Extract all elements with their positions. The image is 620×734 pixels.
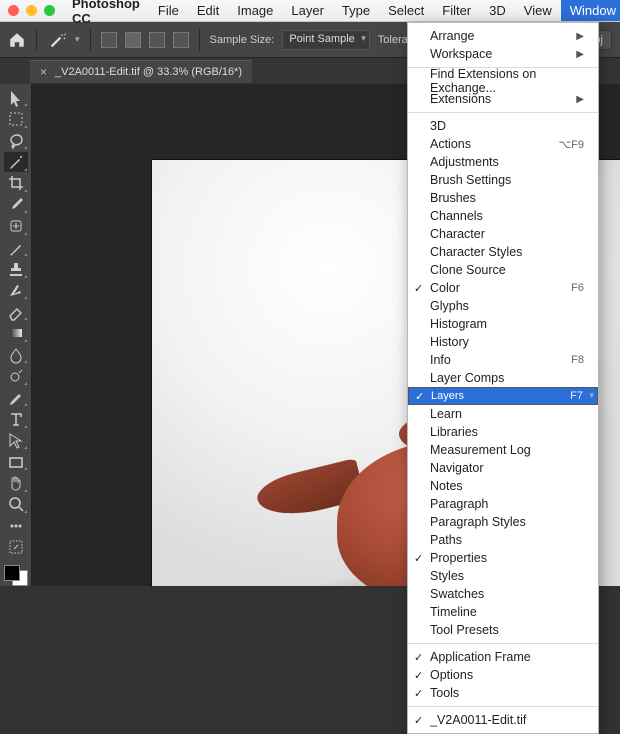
- blur-tool[interactable]: [4, 345, 28, 364]
- menu-item-navigator[interactable]: Navigator: [408, 459, 598, 477]
- menu-filter[interactable]: Filter: [433, 0, 480, 21]
- lasso-tool[interactable]: [4, 131, 28, 150]
- menu-item-actions[interactable]: Actions⌥F9: [408, 135, 598, 153]
- marquee-tool[interactable]: [4, 109, 28, 128]
- menu-item-properties[interactable]: ✓Properties: [408, 549, 598, 567]
- eraser-tool[interactable]: [4, 302, 28, 321]
- menu-item-clone-source[interactable]: Clone Source: [408, 261, 598, 279]
- edit-tb-tool[interactable]: [4, 538, 28, 557]
- menu-item-extensions[interactable]: Extensions▶: [408, 90, 598, 108]
- document-tab[interactable]: × _V2A0011-Edit.tif @ 33.3% (RGB/16*): [30, 60, 252, 83]
- wand-tool[interactable]: [4, 152, 28, 171]
- menu-item-application-frame[interactable]: ✓Application Frame: [408, 648, 598, 666]
- sample-size-select[interactable]: Point Sample: [282, 30, 369, 50]
- menu-item-arrange[interactable]: Arrange▶: [408, 27, 598, 45]
- new-selection-button[interactable]: [101, 32, 117, 48]
- menu-item-channels[interactable]: Channels: [408, 207, 598, 225]
- stamp-tool[interactable]: [4, 259, 28, 278]
- window-menu-dropdown: Arrange▶Workspace▶ Find Extensions on Exc…: [407, 22, 599, 734]
- close-window-button[interactable]: [8, 5, 19, 16]
- menu-layer[interactable]: Layer: [282, 0, 333, 21]
- menu-item-layers[interactable]: ✓LayersF7: [408, 387, 598, 405]
- menu-image[interactable]: Image: [228, 0, 282, 21]
- menu-item-workspace[interactable]: Workspace▶: [408, 45, 598, 63]
- move-tool[interactable]: [4, 88, 28, 107]
- path-tool[interactable]: [4, 431, 28, 450]
- crop-tool[interactable]: [4, 174, 28, 193]
- menu-item-info[interactable]: InfoF8: [408, 351, 598, 369]
- menu-item-libraries[interactable]: Libraries: [408, 423, 598, 441]
- menu-item-layer-comps[interactable]: Layer Comps: [408, 369, 598, 387]
- menu-edit[interactable]: Edit: [188, 0, 228, 21]
- eyedrop-tool[interactable]: [4, 195, 28, 214]
- menu-item-notes[interactable]: Notes: [408, 477, 598, 495]
- menu-3d[interactable]: 3D: [480, 0, 515, 21]
- heal-tool[interactable]: [4, 216, 28, 235]
- menubar: Photoshop CC FileEditImageLayerTypeSelec…: [0, 0, 620, 22]
- menu-file[interactable]: File: [149, 0, 188, 21]
- menu-item--v2a0011-edit-tif[interactable]: ✓_V2A0011-Edit.tif: [408, 711, 598, 729]
- menu-window[interactable]: Window: [561, 0, 620, 21]
- zoom-tool[interactable]: [4, 495, 28, 514]
- menu-item-styles[interactable]: Styles: [408, 567, 598, 585]
- menu-select[interactable]: Select: [379, 0, 433, 21]
- home-icon[interactable]: [8, 31, 26, 49]
- magic-wand-icon[interactable]: [47, 32, 67, 48]
- menu-item-character-styles[interactable]: Character Styles: [408, 243, 598, 261]
- menu-item-timeline[interactable]: Timeline: [408, 603, 598, 621]
- brush-tool[interactable]: [4, 238, 28, 257]
- menu-item-options[interactable]: ✓Options: [408, 666, 598, 684]
- menu-item-tools[interactable]: ✓Tools: [408, 684, 598, 702]
- menu-item-paragraph[interactable]: Paragraph: [408, 495, 598, 513]
- menu-item-glyphs[interactable]: Glyphs: [408, 297, 598, 315]
- menu-view[interactable]: View: [515, 0, 561, 21]
- menu-item-paragraph-styles[interactable]: Paragraph Styles: [408, 513, 598, 531]
- subtract-selection-button[interactable]: [149, 32, 165, 48]
- menu-item-learn[interactable]: Learn: [408, 405, 598, 423]
- menu-item-character[interactable]: Character: [408, 225, 598, 243]
- menu-item-adjustments[interactable]: Adjustments: [408, 153, 598, 171]
- window-controls: [0, 5, 63, 16]
- document-tab-title: _V2A0011-Edit.tif @ 33.3% (RGB/16*): [55, 66, 242, 78]
- rect-tool[interactable]: [4, 452, 28, 471]
- menu-type[interactable]: Type: [333, 0, 379, 21]
- hand-tool[interactable]: [4, 473, 28, 492]
- pen-tool[interactable]: [4, 388, 28, 407]
- type-tool[interactable]: [4, 409, 28, 428]
- sample-size-label: Sample Size:: [210, 34, 275, 46]
- menu-item-swatches[interactable]: Swatches: [408, 585, 598, 603]
- dodge-tool[interactable]: [4, 366, 28, 385]
- menu-item-tool-presets[interactable]: Tool Presets: [408, 621, 598, 639]
- menu-item-color[interactable]: ✓ColorF6: [408, 279, 598, 297]
- close-tab-icon[interactable]: ×: [40, 65, 47, 79]
- menu-item-history[interactable]: History: [408, 333, 598, 351]
- menu-item-paths[interactable]: Paths: [408, 531, 598, 549]
- toolbox: [0, 84, 32, 586]
- menu-item-find-extensions-on-exchange-[interactable]: Find Extensions on Exchange...: [408, 72, 598, 90]
- app-name: Photoshop CC: [63, 0, 149, 26]
- menu-item-measurement-log[interactable]: Measurement Log: [408, 441, 598, 459]
- intersect-selection-button[interactable]: [173, 32, 189, 48]
- color-swatches[interactable]: [4, 565, 28, 586]
- dots-tool[interactable]: [4, 516, 28, 535]
- menu-item-brushes[interactable]: Brushes: [408, 189, 598, 207]
- maximize-window-button[interactable]: [44, 5, 55, 16]
- minimize-window-button[interactable]: [26, 5, 37, 16]
- menu-item-brush-settings[interactable]: Brush Settings: [408, 171, 598, 189]
- menu-item-3d[interactable]: 3D: [408, 117, 598, 135]
- menu-item-histogram[interactable]: Histogram: [408, 315, 598, 333]
- history-tool[interactable]: [4, 281, 28, 300]
- gradient-tool[interactable]: [4, 323, 28, 342]
- add-selection-button[interactable]: [125, 32, 141, 48]
